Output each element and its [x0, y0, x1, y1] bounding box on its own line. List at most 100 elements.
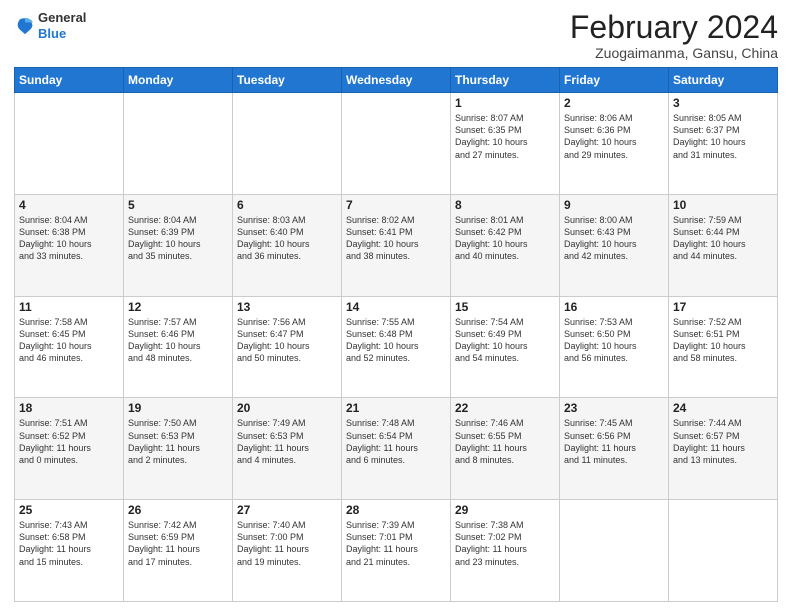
- day-number: 25: [19, 503, 119, 517]
- calendar-cell: 27 Sunrise: 7:40 AMSunset: 7:00 PMDayligh…: [233, 500, 342, 602]
- day-number: 21: [346, 401, 446, 415]
- calendar-cell: 29Sunrise: 7:38 AMSunset: 7:02 PMDayligh…: [451, 500, 560, 602]
- calendar-cell: 22Sunrise: 7:46 AMSunset: 6:55 PMDayligh…: [451, 398, 560, 500]
- calendar-header-monday: Monday: [124, 68, 233, 93]
- day-number: 7: [346, 198, 446, 212]
- day-info: Sunrise: 7:40 AMSunset: 7:00 PMDaylight:…: [237, 519, 337, 568]
- calendar-cell: 7 Sunrise: 8:02 AMSunset: 6:41 PMDaylight…: [342, 194, 451, 296]
- day-number: 8: [455, 198, 555, 212]
- calendar-cell: [15, 93, 124, 195]
- calendar-week-3: 11 Sunrise: 7:58 AMSunset: 6:45 PMDayligh…: [15, 296, 778, 398]
- day-info: Sunrise: 7:43 AMSunset: 6:58 PMDaylight:…: [19, 519, 119, 568]
- day-info: Sunrise: 7:59 AMSunset: 6:44 PMDaylight:…: [673, 214, 773, 263]
- calendar-cell: 5 Sunrise: 8:04 AMSunset: 6:39 PMDaylight…: [124, 194, 233, 296]
- calendar-header-thursday: Thursday: [451, 68, 560, 93]
- day-info: Sunrise: 7:50 AMSunset: 6:53 PMDaylight:…: [128, 417, 228, 466]
- day-info: Sunrise: 7:51 AMSunset: 6:52 PMDaylight:…: [19, 417, 119, 466]
- day-number: 4: [19, 198, 119, 212]
- calendar-cell: 23 Sunrise: 7:45 AMSunset: 6:56 PMDayligh…: [560, 398, 669, 500]
- day-info: Sunrise: 7:53 AMSunset: 6:50 PMDaylight:…: [564, 316, 664, 365]
- day-info: Sunrise: 7:48 AMSunset: 6:54 PMDaylight:…: [346, 417, 446, 466]
- calendar-cell: [124, 93, 233, 195]
- calendar-header-friday: Friday: [560, 68, 669, 93]
- logo-blue: Blue: [38, 26, 66, 41]
- calendar-cell: 21 Sunrise: 7:48 AMSunset: 6:54 PMDayligh…: [342, 398, 451, 500]
- calendar-header-sunday: Sunday: [15, 68, 124, 93]
- day-info: Sunrise: 8:06 AMSunset: 6:36 PMDaylight:…: [564, 112, 664, 161]
- day-info: Sunrise: 8:04 AMSunset: 6:39 PMDaylight:…: [128, 214, 228, 263]
- calendar-cell: 19Sunrise: 7:50 AMSunset: 6:53 PMDayligh…: [124, 398, 233, 500]
- calendar-header-row: SundayMondayTuesdayWednesdayThursdayFrid…: [15, 68, 778, 93]
- calendar-cell: 2 Sunrise: 8:06 AMSunset: 6:36 PMDaylight…: [560, 93, 669, 195]
- day-number: 11: [19, 300, 119, 314]
- day-number: 26: [128, 503, 228, 517]
- calendar-cell: 18Sunrise: 7:51 AMSunset: 6:52 PMDayligh…: [15, 398, 124, 500]
- calendar-cell: 10 Sunrise: 7:59 AMSunset: 6:44 PMDayligh…: [669, 194, 778, 296]
- day-number: 3: [673, 96, 773, 110]
- day-number: 9: [564, 198, 664, 212]
- calendar-cell: 14Sunrise: 7:55 AMSunset: 6:48 PMDayligh…: [342, 296, 451, 398]
- calendar-week-4: 18Sunrise: 7:51 AMSunset: 6:52 PMDayligh…: [15, 398, 778, 500]
- day-number: 23: [564, 401, 664, 415]
- day-number: 24: [673, 401, 773, 415]
- day-info: Sunrise: 7:45 AMSunset: 6:56 PMDaylight:…: [564, 417, 664, 466]
- calendar-cell: 3 Sunrise: 8:05 AMSunset: 6:37 PMDaylight…: [669, 93, 778, 195]
- header: General Blue February 2024 Zuogaimanma, …: [14, 10, 778, 61]
- logo-icon: [14, 15, 36, 37]
- calendar-week-2: 4 Sunrise: 8:04 AMSunset: 6:38 PMDaylight…: [15, 194, 778, 296]
- calendar-cell: [669, 500, 778, 602]
- day-info: Sunrise: 7:57 AMSunset: 6:46 PMDaylight:…: [128, 316, 228, 365]
- calendar-cell: 8 Sunrise: 8:01 AMSunset: 6:42 PMDaylight…: [451, 194, 560, 296]
- calendar-cell: 17Sunrise: 7:52 AMSunset: 6:51 PMDayligh…: [669, 296, 778, 398]
- day-number: 20: [237, 401, 337, 415]
- calendar-cell: 9 Sunrise: 8:00 AMSunset: 6:43 PMDaylight…: [560, 194, 669, 296]
- day-info: Sunrise: 8:01 AMSunset: 6:42 PMDaylight:…: [455, 214, 555, 263]
- day-info: Sunrise: 7:39 AMSunset: 7:01 PMDaylight:…: [346, 519, 446, 568]
- calendar-cell: [560, 500, 669, 602]
- day-number: 14: [346, 300, 446, 314]
- calendar-cell: [342, 93, 451, 195]
- month-year: February 2024: [570, 10, 778, 45]
- day-number: 12: [128, 300, 228, 314]
- day-number: 22: [455, 401, 555, 415]
- calendar-cell: 13 Sunrise: 7:56 AMSunset: 6:47 PMDayligh…: [233, 296, 342, 398]
- calendar-week-5: 25 Sunrise: 7:43 AMSunset: 6:58 PMDayligh…: [15, 500, 778, 602]
- calendar-cell: 20 Sunrise: 7:49 AMSunset: 6:53 PMDayligh…: [233, 398, 342, 500]
- calendar: SundayMondayTuesdayWednesdayThursdayFrid…: [14, 67, 778, 602]
- day-number: 28: [346, 503, 446, 517]
- day-number: 2: [564, 96, 664, 110]
- day-info: Sunrise: 7:58 AMSunset: 6:45 PMDaylight:…: [19, 316, 119, 365]
- calendar-header-tuesday: Tuesday: [233, 68, 342, 93]
- day-info: Sunrise: 8:02 AMSunset: 6:41 PMDaylight:…: [346, 214, 446, 263]
- day-info: Sunrise: 7:56 AMSunset: 6:47 PMDaylight:…: [237, 316, 337, 365]
- day-number: 5: [128, 198, 228, 212]
- day-info: Sunrise: 7:42 AMSunset: 6:59 PMDaylight:…: [128, 519, 228, 568]
- calendar-cell: 1Sunrise: 8:07 AMSunset: 6:35 PMDaylight…: [451, 93, 560, 195]
- calendar-header-wednesday: Wednesday: [342, 68, 451, 93]
- day-number: 27: [237, 503, 337, 517]
- calendar-week-1: 1Sunrise: 8:07 AMSunset: 6:35 PMDaylight…: [15, 93, 778, 195]
- day-info: Sunrise: 7:54 AMSunset: 6:49 PMDaylight:…: [455, 316, 555, 365]
- day-number: 17: [673, 300, 773, 314]
- day-info: Sunrise: 8:04 AMSunset: 6:38 PMDaylight:…: [19, 214, 119, 263]
- calendar-cell: 11 Sunrise: 7:58 AMSunset: 6:45 PMDayligh…: [15, 296, 124, 398]
- day-info: Sunrise: 8:03 AMSunset: 6:40 PMDaylight:…: [237, 214, 337, 263]
- calendar-cell: [233, 93, 342, 195]
- day-number: 16: [564, 300, 664, 314]
- day-info: Sunrise: 8:07 AMSunset: 6:35 PMDaylight:…: [455, 112, 555, 161]
- page: General Blue February 2024 Zuogaimanma, …: [0, 0, 792, 612]
- calendar-cell: 15 Sunrise: 7:54 AMSunset: 6:49 PMDayligh…: [451, 296, 560, 398]
- calendar-cell: 24Sunrise: 7:44 AMSunset: 6:57 PMDayligh…: [669, 398, 778, 500]
- day-number: 6: [237, 198, 337, 212]
- logo-general: General: [38, 10, 86, 25]
- day-number: 10: [673, 198, 773, 212]
- calendar-cell: 16 Sunrise: 7:53 AMSunset: 6:50 PMDayligh…: [560, 296, 669, 398]
- day-number: 13: [237, 300, 337, 314]
- day-info: Sunrise: 8:00 AMSunset: 6:43 PMDaylight:…: [564, 214, 664, 263]
- day-info: Sunrise: 8:05 AMSunset: 6:37 PMDaylight:…: [673, 112, 773, 161]
- location: Zuogaimanma, Gansu, China: [570, 45, 778, 61]
- calendar-cell: 26 Sunrise: 7:42 AMSunset: 6:59 PMDayligh…: [124, 500, 233, 602]
- day-number: 15: [455, 300, 555, 314]
- day-info: Sunrise: 7:49 AMSunset: 6:53 PMDaylight:…: [237, 417, 337, 466]
- calendar-cell: 4 Sunrise: 8:04 AMSunset: 6:38 PMDaylight…: [15, 194, 124, 296]
